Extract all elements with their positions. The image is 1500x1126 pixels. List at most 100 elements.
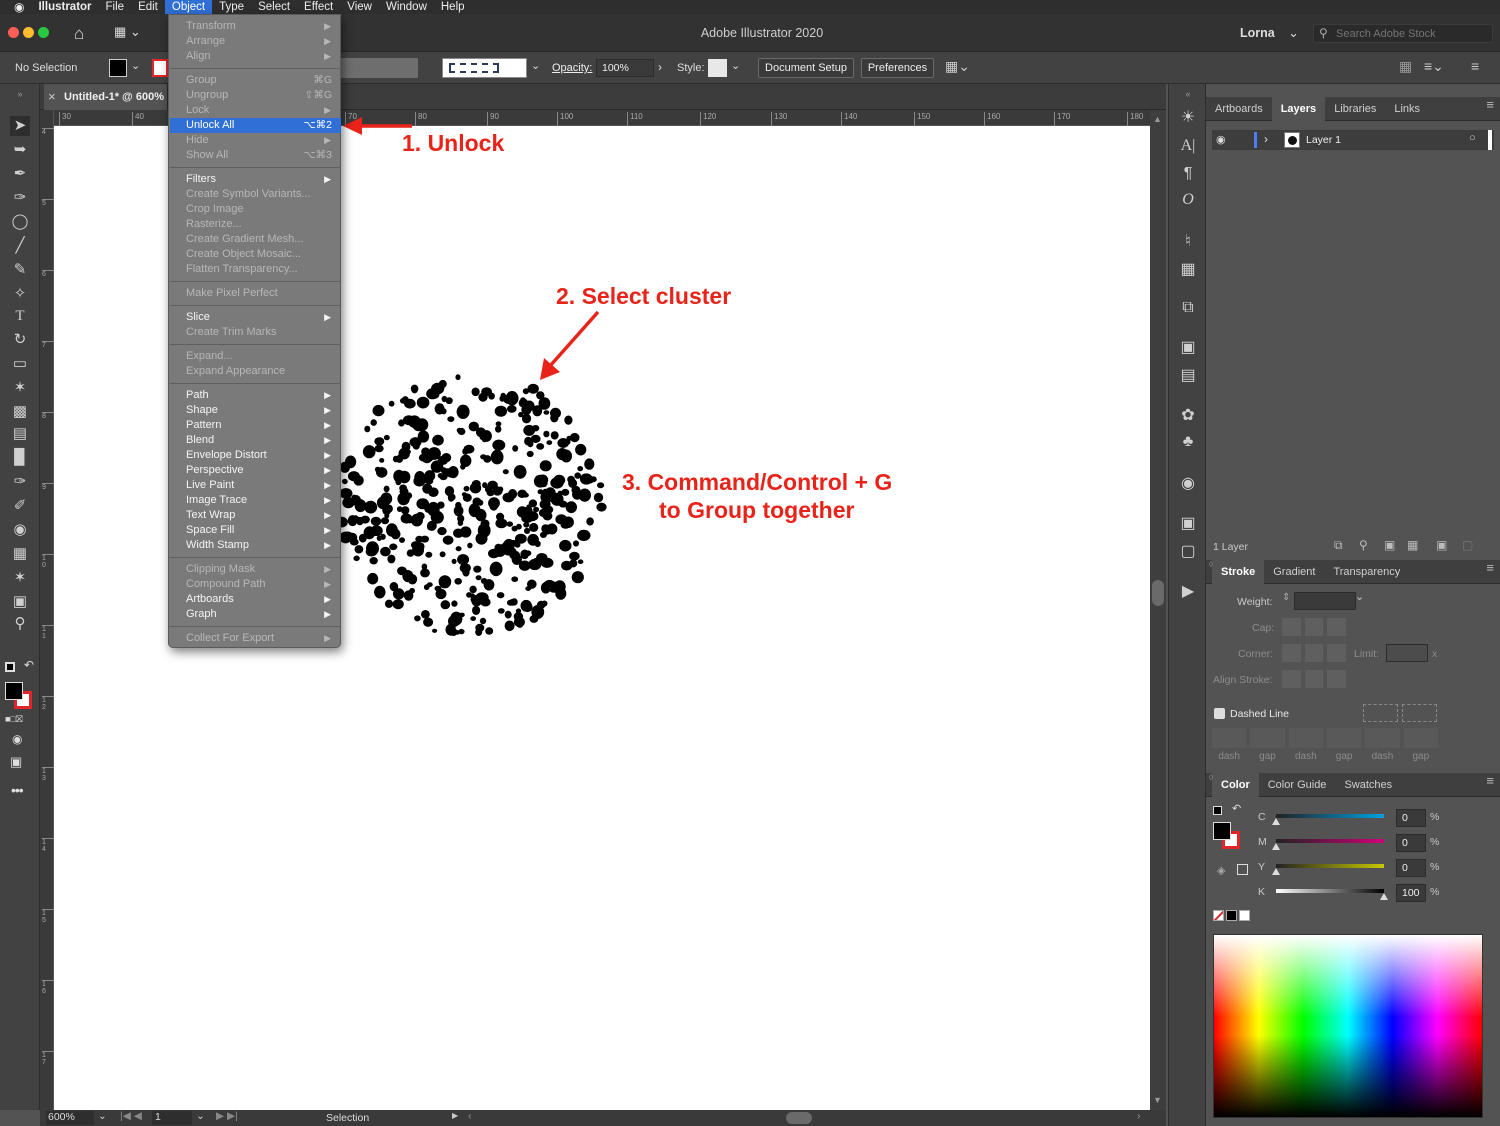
cluster-dot[interactable] xyxy=(521,513,534,523)
cluster-dot[interactable] xyxy=(529,522,539,532)
weight-stepper-icon[interactable]: ⇕ xyxy=(1282,592,1290,603)
cluster-dot[interactable] xyxy=(527,533,539,546)
paragraph-icon[interactable]: ¶ xyxy=(1178,164,1198,184)
cluster-dot[interactable] xyxy=(497,608,505,614)
menu-app[interactable]: Illustrator xyxy=(31,0,98,14)
cluster-dot[interactable] xyxy=(437,515,443,522)
graph-tool-icon[interactable]: ▉ xyxy=(10,448,30,468)
cluster-dot[interactable] xyxy=(467,542,473,549)
cluster-dot[interactable] xyxy=(451,558,457,564)
curvature-tool-icon[interactable]: ✑ xyxy=(10,188,30,208)
cluster-dot[interactable] xyxy=(448,628,458,636)
chevron-right-icon[interactable]: › xyxy=(1264,132,1268,146)
cluster-dot[interactable] xyxy=(401,441,411,452)
menu-item-slice[interactable]: Slice ▶ xyxy=(170,310,341,325)
align-icon[interactable]: ▦ xyxy=(1399,58,1412,75)
cluster-dot[interactable] xyxy=(435,588,447,600)
user-account-menu[interactable]: Lorna ⌄ xyxy=(1240,25,1299,40)
cluster-dot[interactable] xyxy=(370,516,382,526)
panel-collapse-icon[interactable]: ◊ xyxy=(1209,773,1213,782)
cluster-dot[interactable] xyxy=(471,387,480,397)
dashed-line-checkbox[interactable] xyxy=(1214,708,1225,719)
cluster-dot[interactable] xyxy=(546,440,553,445)
cluster-dot[interactable] xyxy=(574,472,581,479)
cluster-dot[interactable] xyxy=(376,467,388,478)
cluster-dot[interactable] xyxy=(353,475,364,486)
preferences-button[interactable]: Preferences xyxy=(861,58,934,78)
menu-item-graph[interactable]: Graph ▶ xyxy=(170,607,341,622)
transform-icon[interactable]: ≡⌄ xyxy=(1424,58,1444,75)
cluster-dot[interactable] xyxy=(463,444,475,454)
cluster-dot[interactable] xyxy=(492,439,506,451)
cluster-dot[interactable] xyxy=(553,474,566,486)
cluster-dot[interactable] xyxy=(362,445,376,459)
cluster-dot[interactable] xyxy=(369,557,378,565)
cluster-dot[interactable] xyxy=(364,425,371,433)
cluster-dot[interactable] xyxy=(379,458,385,463)
cluster-dot[interactable] xyxy=(441,395,448,403)
appearance-icon[interactable]: ☀ xyxy=(1178,108,1198,128)
cluster-dot[interactable] xyxy=(422,483,433,494)
scroll-left-icon[interactable]: ‹ xyxy=(468,1110,472,1122)
tab-gradient[interactable]: Gradient xyxy=(1264,560,1324,584)
cluster-dot[interactable] xyxy=(569,559,578,568)
new-layer-icon[interactable]: ▣ xyxy=(1436,538,1447,552)
cluster-dot[interactable] xyxy=(573,540,579,547)
default-fill-stroke-icon[interactable] xyxy=(5,662,15,672)
cluster-dot[interactable] xyxy=(531,605,545,619)
slider-thumb-icon[interactable] xyxy=(1272,868,1280,875)
cluster-dot[interactable] xyxy=(483,455,492,463)
cluster-dot[interactable] xyxy=(437,527,447,536)
pathfinder-icon[interactable]: ▣ xyxy=(1178,514,1198,534)
cluster-dot[interactable] xyxy=(520,397,526,403)
first-artboard-icon[interactable]: |◀ ◀ xyxy=(120,1110,142,1122)
cluster-dot[interactable] xyxy=(392,599,404,610)
cluster-dot[interactable] xyxy=(374,444,384,453)
cluster-dot[interactable] xyxy=(427,523,435,531)
cluster-dot[interactable] xyxy=(539,460,552,472)
tab-links[interactable]: Links xyxy=(1385,97,1429,121)
tab-transparency[interactable]: Transparency xyxy=(1324,560,1409,584)
stock-search-field[interactable]: ⚲ xyxy=(1313,24,1493,43)
cluster-dot[interactable] xyxy=(448,615,460,628)
cluster-dot[interactable] xyxy=(442,535,454,545)
eraser-tool-icon[interactable]: ▭ xyxy=(10,354,30,374)
last-artboard-icon[interactable]: ▶ ▶| xyxy=(216,1110,238,1122)
cluster-dot[interactable] xyxy=(561,488,570,496)
cluster-dot[interactable] xyxy=(480,578,488,584)
lasso-tool-icon[interactable]: ✶ xyxy=(10,378,30,398)
channel-value-y[interactable]: 0 xyxy=(1396,859,1426,877)
menu-item-artboards[interactable]: Artboards ▶ xyxy=(170,592,341,607)
collapse-panels-icon[interactable]: « xyxy=(1178,84,1198,104)
cluster-dot[interactable] xyxy=(364,500,378,514)
cluster-dot[interactable] xyxy=(544,510,551,517)
cluster-dot[interactable] xyxy=(593,492,604,503)
cluster-dot[interactable] xyxy=(457,554,470,565)
cluster-dot[interactable] xyxy=(437,473,444,479)
cluster-dot[interactable] xyxy=(414,615,421,622)
cluster-dot[interactable] xyxy=(531,557,542,567)
vertical-ruler[interactable]: 4 5 6 7 8 9 1 0 1 1 1 2 1 3 1 4 1 5 1 6 1 7 xyxy=(40,110,54,1110)
export-icon[interactable]: ⧉ xyxy=(1178,298,1198,318)
cluster-dot[interactable] xyxy=(462,568,470,577)
cluster-dot[interactable] xyxy=(469,585,477,594)
cluster-dot[interactable] xyxy=(521,404,532,416)
cluster-dot[interactable] xyxy=(427,501,440,517)
cluster-dot[interactable] xyxy=(569,551,580,561)
paintbrush-tool-icon[interactable]: ✐ xyxy=(10,496,30,516)
cluster-dot[interactable] xyxy=(489,561,503,577)
cluster-dot[interactable] xyxy=(360,515,370,524)
cluster-dot[interactable] xyxy=(577,529,591,541)
cluster-dot[interactable] xyxy=(402,570,414,583)
glyphs-icon[interactable]: ♮ xyxy=(1178,232,1198,252)
cluster-dot[interactable] xyxy=(349,538,359,546)
menu-file[interactable]: File xyxy=(99,0,132,14)
cluster-dot[interactable] xyxy=(481,389,489,396)
cluster-dot[interactable] xyxy=(426,388,439,400)
channel-value-c[interactable]: 0 xyxy=(1396,809,1426,827)
cluster-dot[interactable] xyxy=(597,482,605,489)
cluster-dot[interactable] xyxy=(374,437,385,446)
cluster-dot[interactable] xyxy=(399,487,409,496)
menu-item-pattern[interactable]: Pattern ▶ xyxy=(170,418,341,433)
delete-layer-icon[interactable]: ▢ xyxy=(1462,538,1473,552)
